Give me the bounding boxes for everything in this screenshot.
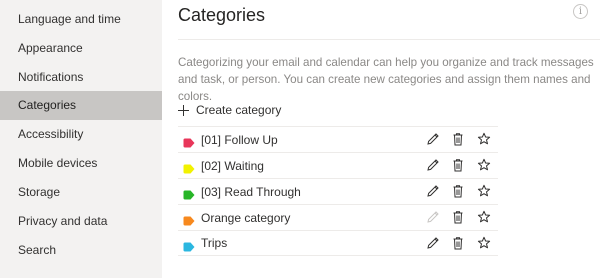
delete-icon[interactable] (450, 209, 466, 225)
category-name: [01] Follow Up (201, 132, 278, 147)
sidebar-item-search[interactable]: Search (0, 236, 162, 265)
description-text: Categorizing your email and calendar can… (178, 56, 594, 103)
favorite-star-icon[interactable] (476, 131, 492, 147)
edit-icon[interactable] (425, 235, 441, 251)
settings-sidebar: Language and time Appearance Notificatio… (0, 0, 162, 278)
delete-icon[interactable] (450, 235, 466, 251)
category-name: [02] Waiting (201, 158, 264, 173)
category-row: Orange category (178, 204, 498, 230)
sidebar-item-categories[interactable]: Categories (0, 91, 162, 120)
category-row: [01] Follow Up (178, 126, 498, 152)
sidebar-item-appearance[interactable]: Appearance (0, 34, 162, 63)
favorite-star-icon[interactable] (476, 235, 492, 251)
favorite-star-icon[interactable] (476, 157, 492, 173)
page-title: Categories (178, 5, 266, 25)
divider (178, 39, 600, 40)
category-name: Orange category (201, 210, 291, 225)
edit-icon[interactable] (425, 157, 441, 173)
create-category-button[interactable]: Create category (178, 101, 281, 119)
category-list: [01] Follow Up [02] Waiting [03] Read Thro… (178, 126, 498, 256)
edit-icon[interactable] (425, 131, 441, 147)
delete-icon[interactable] (450, 131, 466, 147)
favorite-star-icon[interactable] (476, 183, 492, 199)
category-tag-icon (183, 135, 195, 153)
delete-icon[interactable] (450, 183, 466, 199)
sidebar-item-language-and-time[interactable]: Language and time (0, 5, 162, 34)
edit-icon (425, 209, 441, 225)
sidebar-item-accessibility[interactable]: Accessibility (0, 120, 162, 149)
info-icon[interactable]: i (573, 4, 588, 19)
sidebar-item-storage[interactable]: Storage (0, 178, 162, 207)
category-name: [03] Read Through (201, 184, 301, 199)
category-row: [02] Waiting (178, 152, 498, 178)
category-tag-icon (183, 239, 195, 257)
plus-icon (178, 104, 189, 116)
categories-panel: Categories i Categorizing your email and… (162, 0, 600, 278)
sidebar-item-notifications[interactable]: Notifications (0, 63, 162, 92)
edit-icon[interactable] (425, 183, 441, 199)
create-category-label: Create category (196, 103, 282, 117)
favorite-star-icon[interactable] (476, 209, 492, 225)
category-tag-icon (183, 187, 195, 205)
sidebar-item-mobile-devices[interactable]: Mobile devices (0, 149, 162, 178)
category-name: Trips (201, 236, 228, 250)
category-row: [03] Read Through (178, 178, 498, 204)
delete-icon[interactable] (450, 157, 466, 173)
category-tag-icon (183, 213, 195, 231)
category-tag-icon (183, 161, 195, 179)
sidebar-item-privacy-and-data[interactable]: Privacy and data (0, 207, 162, 236)
category-row: Trips (178, 230, 498, 256)
